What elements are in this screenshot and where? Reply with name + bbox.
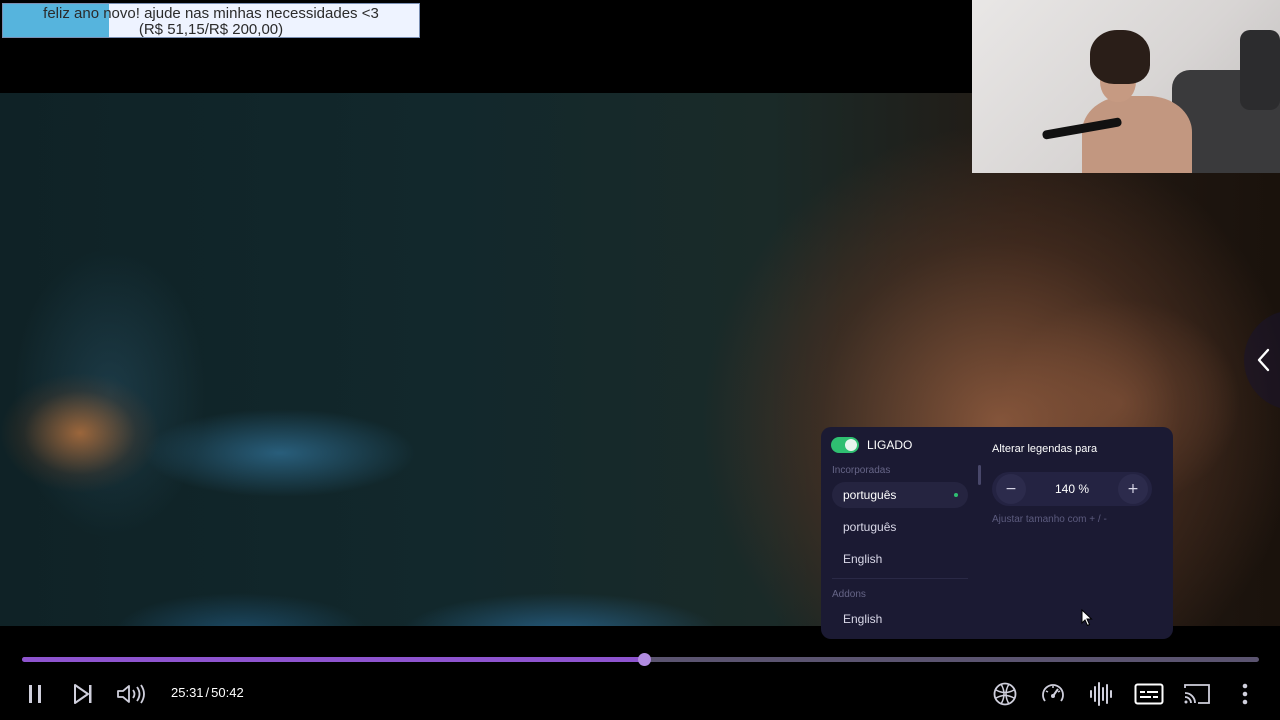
seek-bar-progress bbox=[22, 657, 645, 662]
subtitle-size-title: Alterar legendas para bbox=[992, 443, 1098, 455]
subtitle-track-item[interactable]: português bbox=[832, 482, 968, 508]
more-options-icon bbox=[1242, 683, 1248, 705]
addons-group-label: Addons bbox=[832, 589, 866, 600]
next-episode-icon bbox=[74, 684, 92, 704]
subtitle-size-stepper: − 140 % + bbox=[992, 472, 1152, 506]
volume-icon bbox=[117, 684, 145, 704]
volume-button[interactable] bbox=[115, 680, 147, 708]
selected-indicator-dot bbox=[954, 493, 958, 497]
seek-bar[interactable] bbox=[22, 653, 1259, 666]
group-divider bbox=[832, 578, 968, 579]
stream-info-icon bbox=[993, 682, 1017, 706]
subtitles-button[interactable] bbox=[1134, 680, 1164, 708]
decrease-size-button[interactable]: − bbox=[996, 474, 1026, 504]
subtitle-track-label: português bbox=[843, 520, 897, 534]
time-separator: / bbox=[205, 685, 210, 700]
webcam-streamer-torso bbox=[1082, 96, 1192, 173]
subtitles-toggle-switch[interactable] bbox=[831, 437, 859, 453]
subtitles-panel: LIGADO Incorporadas português português … bbox=[821, 427, 1173, 639]
mouse-cursor-icon bbox=[1081, 609, 1093, 627]
toggle-knob bbox=[845, 439, 857, 451]
playback-speed-icon bbox=[1042, 684, 1064, 702]
subtitle-track-item[interactable]: English bbox=[832, 546, 968, 572]
chevron-left-icon bbox=[1257, 348, 1270, 372]
time-display: 25:31/50:42 bbox=[171, 685, 244, 700]
donation-goal-amount: (R$ 51,15/R$ 200,00) bbox=[138, 21, 284, 38]
subtitle-track-label: English bbox=[843, 612, 883, 626]
webcam-overlay bbox=[972, 0, 1280, 173]
cast-icon bbox=[1184, 684, 1210, 704]
audio-tracks-icon bbox=[1090, 682, 1112, 706]
audio-tracks-button[interactable] bbox=[1088, 680, 1114, 708]
subtitle-track-label: português bbox=[843, 488, 897, 502]
subtitle-size-value: 140 % bbox=[1054, 482, 1090, 496]
more-options-button[interactable] bbox=[1234, 680, 1256, 708]
donation-goal-message: feliz ano novo! ajude nas minhas necessi… bbox=[43, 5, 379, 22]
current-time: 25:31 bbox=[171, 685, 204, 700]
stream-info-button[interactable] bbox=[992, 680, 1018, 708]
donation-goal-bar: feliz ano novo! ajude nas minhas necessi… bbox=[2, 3, 420, 38]
increase-size-button[interactable]: + bbox=[1118, 474, 1148, 504]
pause-button[interactable] bbox=[22, 680, 48, 708]
plus-icon: + bbox=[1127, 481, 1139, 497]
embedded-group-label: Incorporadas bbox=[832, 465, 891, 476]
minus-icon: − bbox=[1005, 481, 1017, 497]
playback-speed-button[interactable] bbox=[1040, 680, 1066, 708]
donation-goal-text: feliz ano novo! ajude nas minhas necessi… bbox=[3, 4, 419, 38]
subtitle-size-hint: Ajustar tamanho com + / - bbox=[992, 514, 1107, 525]
pause-icon bbox=[29, 685, 41, 703]
next-episode-button[interactable] bbox=[70, 680, 96, 708]
subtitle-track-label: English bbox=[843, 552, 883, 566]
webcam-chair-headrest bbox=[1240, 30, 1280, 110]
total-duration: 50:42 bbox=[211, 685, 244, 700]
subtitle-addon-track-item[interactable]: English bbox=[832, 606, 968, 632]
subtitle-track-item[interactable]: português bbox=[832, 514, 968, 540]
subtitles-toggle-label: LIGADO bbox=[867, 438, 913, 452]
subtitles-toggle-row[interactable]: LIGADO bbox=[831, 437, 912, 453]
cast-button[interactable] bbox=[1183, 680, 1211, 708]
seek-bar-thumb[interactable] bbox=[638, 653, 652, 666]
webcam-streamer-hair bbox=[1090, 30, 1150, 84]
tracks-scrollbar[interactable] bbox=[978, 465, 981, 485]
subtitles-icon bbox=[1134, 683, 1164, 705]
